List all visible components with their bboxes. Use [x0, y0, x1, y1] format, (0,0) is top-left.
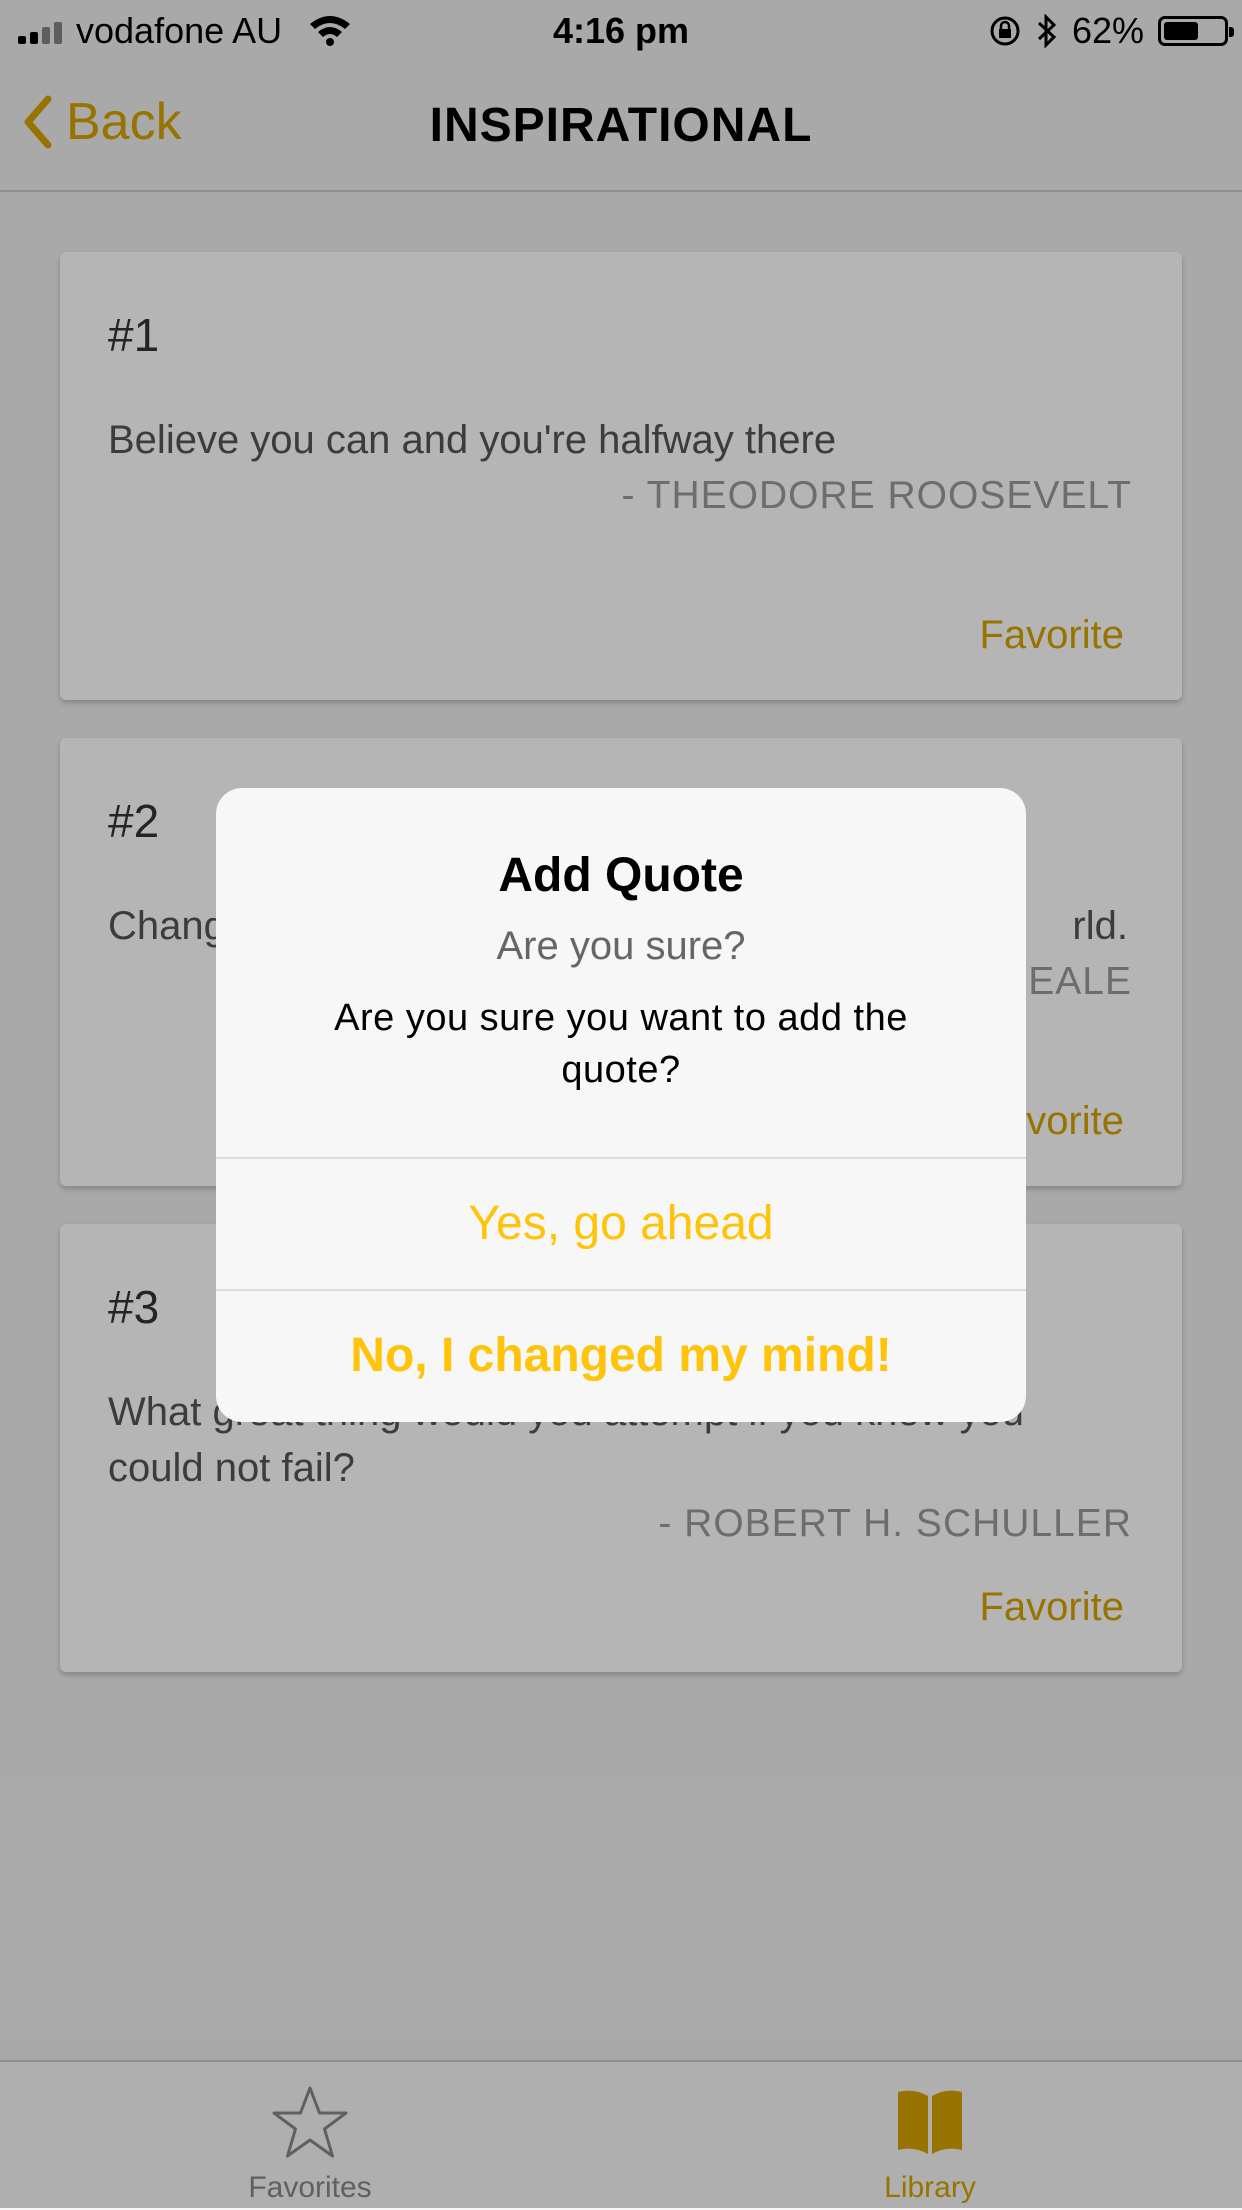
app-screen: vodafone AU 4:16 pm 62% Back INSPIRATION…	[0, 0, 1242, 2210]
confirm-button[interactable]: Yes, go ahead	[216, 1159, 1026, 1289]
alert-title: Add Quote	[498, 849, 744, 902]
cancel-button[interactable]: No, I changed my mind!	[216, 1291, 1026, 1421]
add-quote-alert: Add Quote Are you sure? Are you sure you…	[216, 788, 1026, 1422]
alert-subtitle: Are you sure?	[496, 924, 746, 968]
alert-message: Are you sure you want to add the quote?	[334, 997, 908, 1091]
